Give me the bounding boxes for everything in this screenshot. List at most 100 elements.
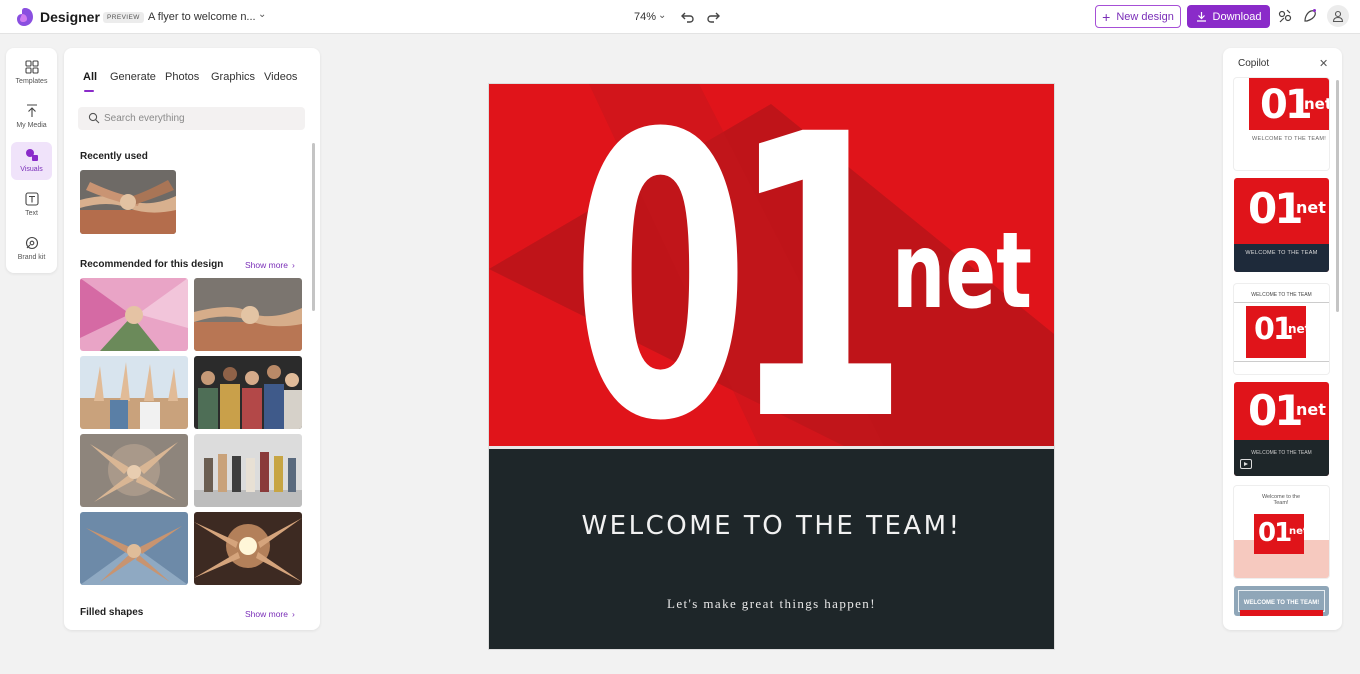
tab-graphics[interactable]: Graphics (211, 71, 255, 83)
recommended-photo[interactable] (80, 434, 188, 507)
download-label: Download (1212, 10, 1262, 23)
suggestion-text: Welcome to the Team! (1261, 494, 1301, 506)
suggestion-card[interactable]: 01 net WELCOME TO THE TEAM! (1234, 78, 1329, 170)
suggestion-card[interactable]: WELCOME TO THE TEAM 01 net (1234, 284, 1329, 374)
search-input[interactable] (104, 107, 299, 130)
suggestion-logo-digits: 01 (1248, 386, 1303, 435)
tab-all[interactable]: All (83, 71, 97, 83)
suggestion-card[interactable]: 01 net WELCOME TO THE TEAM (1234, 382, 1329, 476)
recommended-photo[interactable] (194, 278, 302, 351)
app-name: Designer (40, 9, 100, 25)
canvas-dark-block (489, 449, 1054, 649)
rail-label: My Media (16, 122, 47, 129)
suggestion-logo-word: net (1296, 400, 1326, 419)
top-bar: Designer PREVIEW A flyer to welcome n...… (0, 0, 1360, 34)
rail-label: Templates (15, 78, 48, 85)
document-title[interactable]: A flyer to welcome n... (148, 11, 256, 23)
download-button[interactable]: Download (1187, 5, 1270, 28)
suggestion-card[interactable]: 01 net WELCOME TO THE TEAM (1234, 178, 1329, 272)
recommended-title: Recommended for this design (80, 259, 224, 270)
design-canvas[interactable]: 01 net WELCOME TO THE TEAM! Let's make g… (489, 84, 1054, 649)
visuals-icon (25, 149, 38, 161)
chevron-down-icon[interactable]: ⌄ (658, 10, 666, 21)
suggestion-logo-word: net (1296, 198, 1326, 217)
headline-text[interactable]: WELCOME TO THE TEAM! (489, 511, 1054, 541)
logo-digits: 01 (571, 84, 895, 446)
copilot-icon[interactable] (1302, 8, 1318, 24)
redo-icon[interactable] (706, 8, 720, 24)
rail-item-templates[interactable]: Templates (11, 54, 52, 92)
recommended-photo[interactable] (194, 512, 302, 585)
recently-used-title: Recently used (80, 151, 148, 162)
search-box[interactable] (78, 107, 305, 130)
panel-scrollbar[interactable] (312, 143, 315, 311)
search-icon (88, 112, 100, 124)
brand-logo-graphic: 01 net (489, 84, 1054, 446)
suggestion-text: WELCOME TO THE TEAM! (1252, 136, 1327, 142)
suggestion-rule (1234, 302, 1329, 303)
zoom-level[interactable]: 74% (634, 11, 656, 23)
show-more-link[interactable]: Show more › (245, 260, 295, 270)
upload-icon (26, 104, 37, 117)
rail-label: Text (25, 210, 38, 217)
rail-item-text[interactable]: Text (11, 186, 52, 224)
share-icon[interactable] (1277, 8, 1293, 24)
suggestion-logo-digits: 01 (1258, 518, 1292, 548)
rail-item-brand-kit[interactable]: Brand kit (11, 230, 52, 268)
rail-item-visuals[interactable]: Visuals (11, 142, 52, 180)
visuals-panel: All Generate Photos Graphics Videos Rece… (64, 48, 320, 630)
left-rail: Templates My Media Visuals Text Brand ki… (6, 48, 57, 273)
recommended-photo[interactable] (80, 278, 188, 351)
recommended-photo[interactable] (80, 356, 188, 429)
tab-videos[interactable]: Videos (264, 71, 297, 83)
recommended-photo[interactable] (194, 356, 302, 429)
tab-photos[interactable]: Photos (165, 71, 199, 83)
chevron-right-icon: › (292, 609, 295, 619)
suggestion-dark-block (1234, 440, 1329, 476)
close-icon[interactable]: ✕ (1319, 57, 1328, 70)
download-icon (1196, 12, 1206, 22)
new-design-button[interactable]: + New design (1095, 5, 1181, 28)
text-icon (24, 192, 39, 206)
chevron-right-icon: › (292, 260, 295, 270)
chevron-down-icon[interactable]: ⌄ (258, 9, 266, 20)
undo-icon[interactable] (681, 8, 695, 24)
user-icon (1332, 10, 1344, 22)
suggestion-card[interactable]: Welcome to the Team! 01 net (1234, 486, 1329, 578)
plus-icon: + (1102, 8, 1111, 25)
video-icon (1240, 459, 1252, 469)
brand-kit-icon (25, 236, 38, 250)
suggestion-text: WELCOME TO THE TEAM (1251, 450, 1312, 456)
suggestion-logo-digits: 01 (1248, 184, 1303, 233)
rail-label: Brand kit (17, 254, 46, 261)
suggestion-logo-word: net (1288, 322, 1311, 336)
suggestion-logo-word: net (1289, 526, 1308, 537)
suggestion-logo-digits: 01 (1260, 82, 1313, 128)
active-tab-indicator (84, 90, 94, 92)
suggestion-text: WELCOME TO THE TEAM! (1243, 600, 1320, 606)
show-more-label: Show more (245, 260, 288, 270)
show-more-label: Show more (245, 609, 288, 619)
recommended-photo[interactable] (194, 434, 302, 507)
rail-item-my-media[interactable]: My Media (11, 98, 52, 136)
suggestion-logo-word: net (1304, 95, 1329, 113)
suggestion-logo-digits: 01 (1254, 312, 1294, 347)
rail-label: Visuals (20, 166, 43, 173)
copilot-title: Copilot (1238, 58, 1270, 69)
tab-generate[interactable]: Generate (110, 71, 156, 83)
logo-word: net (892, 210, 1032, 332)
canvas-red-block: 01 net (489, 84, 1054, 446)
suggestion-text: WELCOME TO THE TEAM (1245, 250, 1318, 256)
filled-shapes-title: Filled shapes (80, 607, 144, 618)
avatar[interactable] (1327, 5, 1349, 27)
show-more-link[interactable]: Show more › (245, 609, 295, 619)
copilot-scrollbar[interactable] (1336, 80, 1339, 312)
suggestion-dark-block (1234, 244, 1329, 272)
designer-logo-icon[interactable] (16, 7, 34, 27)
suggestion-rule (1234, 361, 1329, 362)
recommended-photo[interactable] (80, 512, 188, 585)
suggestion-card[interactable]: WELCOME TO THE TEAM! (1234, 586, 1329, 616)
new-design-label: New design (1116, 10, 1174, 23)
tagline-text[interactable]: Let's make great things happen! (489, 596, 1054, 612)
recent-photo-hands[interactable] (80, 170, 176, 234)
